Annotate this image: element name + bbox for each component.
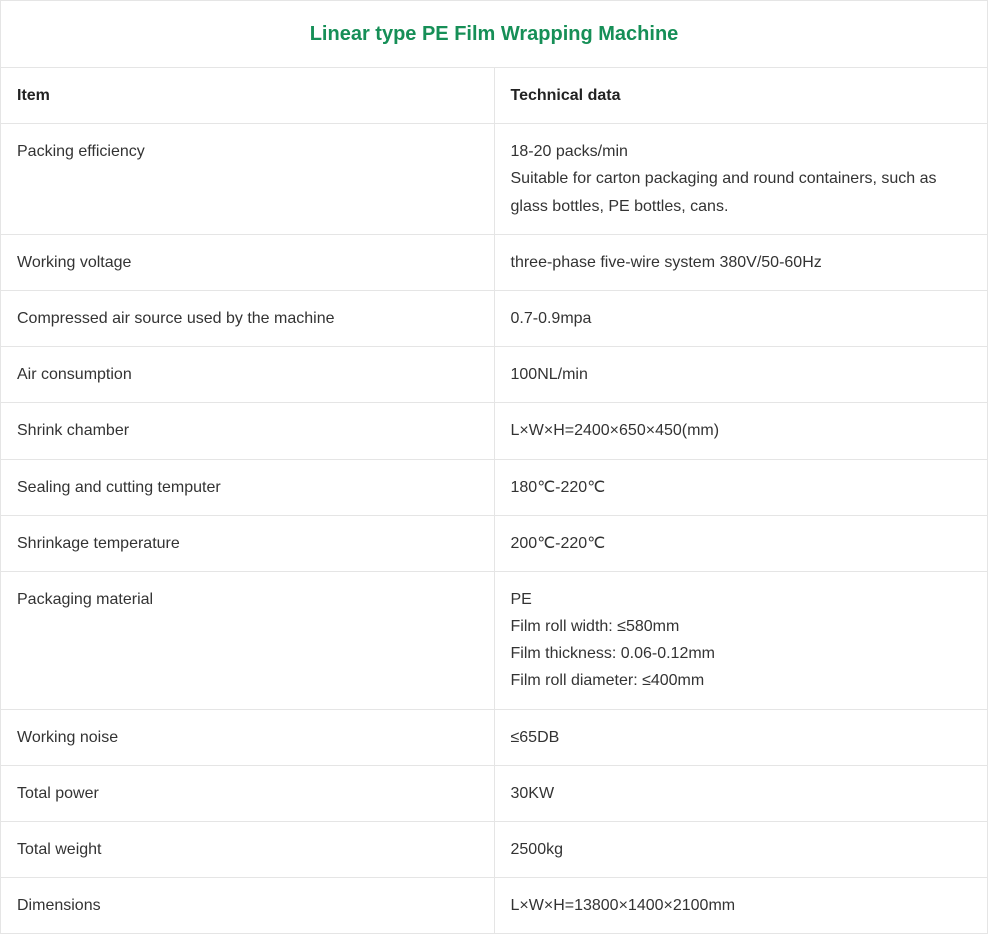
item-cell: Working voltage [1, 234, 495, 290]
data-line: Film roll width: ≤580mm [511, 613, 972, 640]
table-row: Compressed air source used by the machin… [1, 290, 988, 346]
table-row: Total power 30KW [1, 765, 988, 821]
item-cell: Total power [1, 765, 495, 821]
data-line: 100NL/min [511, 361, 972, 388]
item-cell: Sealing and cutting temputer [1, 459, 495, 515]
data-cell: 30KW [494, 765, 988, 821]
table-row: Packaging materialPEFilm roll width: ≤58… [1, 571, 988, 709]
spec-table-body: Linear type PE Film Wrapping Machine Ite… [1, 1, 988, 934]
data-cell: 2500kg [494, 822, 988, 878]
title-row: Linear type PE Film Wrapping Machine [1, 1, 988, 68]
spec-table: Linear type PE Film Wrapping Machine Ite… [0, 0, 988, 934]
table-row: Air consumption 100NL/min [1, 347, 988, 403]
table-row: Packing efficiency18-20 packs/minSuitabl… [1, 124, 988, 235]
header-row: Item Technical data [1, 68, 988, 124]
data-line: L×W×H=2400×650×450(mm) [511, 417, 972, 444]
data-line: Suitable for carton packaging and round … [511, 165, 972, 219]
item-cell: Total weight [1, 822, 495, 878]
data-line: PE [511, 586, 972, 613]
data-line: 0.7-0.9mpa [511, 305, 972, 332]
table-row: Dimensions L×W×H=13800×1400×2100mm [1, 878, 988, 934]
data-line: three-phase five-wire system 380V/50-60H… [511, 249, 972, 276]
data-line: 18-20 packs/min [511, 138, 972, 165]
data-line: ≤65DB [511, 724, 972, 751]
table-row: Sealing and cutting temputer 180℃-220℃ [1, 459, 988, 515]
data-cell: 100NL/min [494, 347, 988, 403]
table-row: Total weight 2500kg [1, 822, 988, 878]
data-cell: PEFilm roll width: ≤580mmFilm thickness:… [494, 571, 988, 709]
header-item: Item [1, 68, 495, 124]
data-cell: L×W×H=13800×1400×2100mm [494, 878, 988, 934]
data-cell: 200℃-220℃ [494, 515, 988, 571]
data-cell: ≤65DB [494, 709, 988, 765]
item-cell: Packaging material [1, 571, 495, 709]
item-cell: Shrink chamber [1, 403, 495, 459]
data-line: L×W×H=13800×1400×2100mm [511, 892, 972, 919]
item-cell: Air consumption [1, 347, 495, 403]
item-cell: Shrinkage temperature [1, 515, 495, 571]
spec-table-container: Linear type PE Film Wrapping Machine Ite… [0, 0, 988, 934]
data-cell: 18-20 packs/minSuitable for carton packa… [494, 124, 988, 235]
item-cell: Working noise [1, 709, 495, 765]
table-row: Working noise ≤65DB [1, 709, 988, 765]
data-line: 30KW [511, 780, 972, 807]
data-cell: 0.7-0.9mpa [494, 290, 988, 346]
data-line: 2500kg [511, 836, 972, 863]
header-data: Technical data [494, 68, 988, 124]
item-cell: Packing efficiency [1, 124, 495, 235]
table-title: Linear type PE Film Wrapping Machine [1, 1, 988, 68]
data-line: 180℃-220℃ [511, 474, 972, 501]
data-cell: 180℃-220℃ [494, 459, 988, 515]
data-cell: three-phase five-wire system 380V/50-60H… [494, 234, 988, 290]
data-line: Film thickness: 0.06-0.12mm [511, 640, 972, 667]
table-row: Working voltage three-phase five-wire sys… [1, 234, 988, 290]
data-line: Film roll diameter: ≤400mm [511, 667, 972, 694]
data-line: 200℃-220℃ [511, 530, 972, 557]
item-cell: Compressed air source used by the machin… [1, 290, 495, 346]
table-row: Shrinkage temperature 200℃-220℃ [1, 515, 988, 571]
item-cell: Dimensions [1, 878, 495, 934]
table-row: Shrink chamber L×W×H=2400×650×450(mm) [1, 403, 988, 459]
data-cell: L×W×H=2400×650×450(mm) [494, 403, 988, 459]
